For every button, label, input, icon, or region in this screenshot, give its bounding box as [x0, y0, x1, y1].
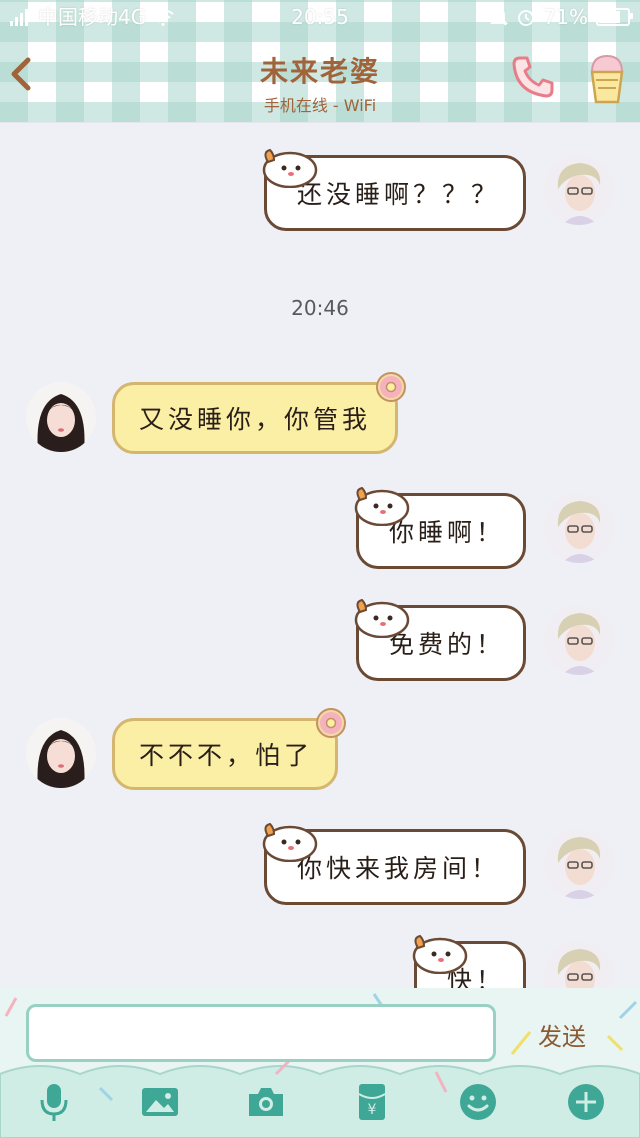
svg-text:¥: ¥ — [368, 1102, 377, 1118]
input-bar: 发送 ¥ — [0, 988, 640, 1138]
camera-icon[interactable] — [246, 1082, 286, 1122]
donut-sticker-icon — [376, 372, 406, 402]
hamster-sticker-icon — [262, 148, 318, 188]
message-bubble-incoming[interactable]: 不不不，怕了 — [112, 718, 338, 790]
phone-icon[interactable] — [508, 52, 558, 102]
my-avatar[interactable] — [544, 605, 614, 675]
contact-avatar[interactable] — [26, 718, 96, 788]
hamster-sticker-icon — [354, 486, 410, 526]
donut-sticker-icon — [316, 708, 346, 738]
status-right: 71% — [489, 0, 633, 34]
status-bar: 中国移动4G 20:55 71% — [0, 0, 640, 34]
message-timestamp: 20:46 — [291, 296, 349, 320]
mute-icon — [489, 8, 508, 26]
my-avatar[interactable] — [544, 155, 614, 225]
send-button[interactable]: 发送 — [520, 1020, 604, 1054]
hamster-sticker-icon — [262, 822, 318, 862]
contact-avatar[interactable] — [26, 382, 96, 452]
emoji-icon[interactable] — [458, 1082, 498, 1122]
microphone-icon[interactable] — [34, 1082, 74, 1122]
message-text: 你快来我房间！ — [297, 854, 501, 883]
battery-icon — [596, 8, 633, 26]
my-avatar[interactable] — [544, 941, 614, 990]
chat-area[interactable]: 还没睡啊？？？ 20:46 又没睡你，你管我 你睡啊！ 免费的！ 不不不，怕了 … — [0, 122, 640, 990]
image-icon[interactable] — [140, 1082, 180, 1122]
chat-header: 中国移动4G 20:55 71% 未来老婆 手机在线 - WiFi — [0, 0, 640, 122]
message-text: 又没睡你，你管我 — [139, 405, 372, 434]
hamster-sticker-icon — [412, 934, 468, 974]
message-bubble-incoming[interactable]: 又没睡你，你管我 — [112, 382, 398, 454]
battery-percent: 71% — [543, 5, 588, 29]
red-packet-icon[interactable]: ¥ — [352, 1082, 392, 1122]
message-input[interactable] — [26, 1004, 496, 1062]
message-text: 还没睡啊？？？ — [297, 180, 501, 209]
message-text: 不不不，怕了 — [139, 741, 314, 770]
my-avatar[interactable] — [544, 829, 614, 899]
plus-icon[interactable] — [566, 1082, 606, 1122]
hamster-sticker-icon — [354, 598, 410, 638]
my-avatar[interactable] — [544, 493, 614, 563]
ice-cream-profile-icon[interactable] — [584, 50, 630, 106]
alarm-icon — [517, 10, 534, 26]
